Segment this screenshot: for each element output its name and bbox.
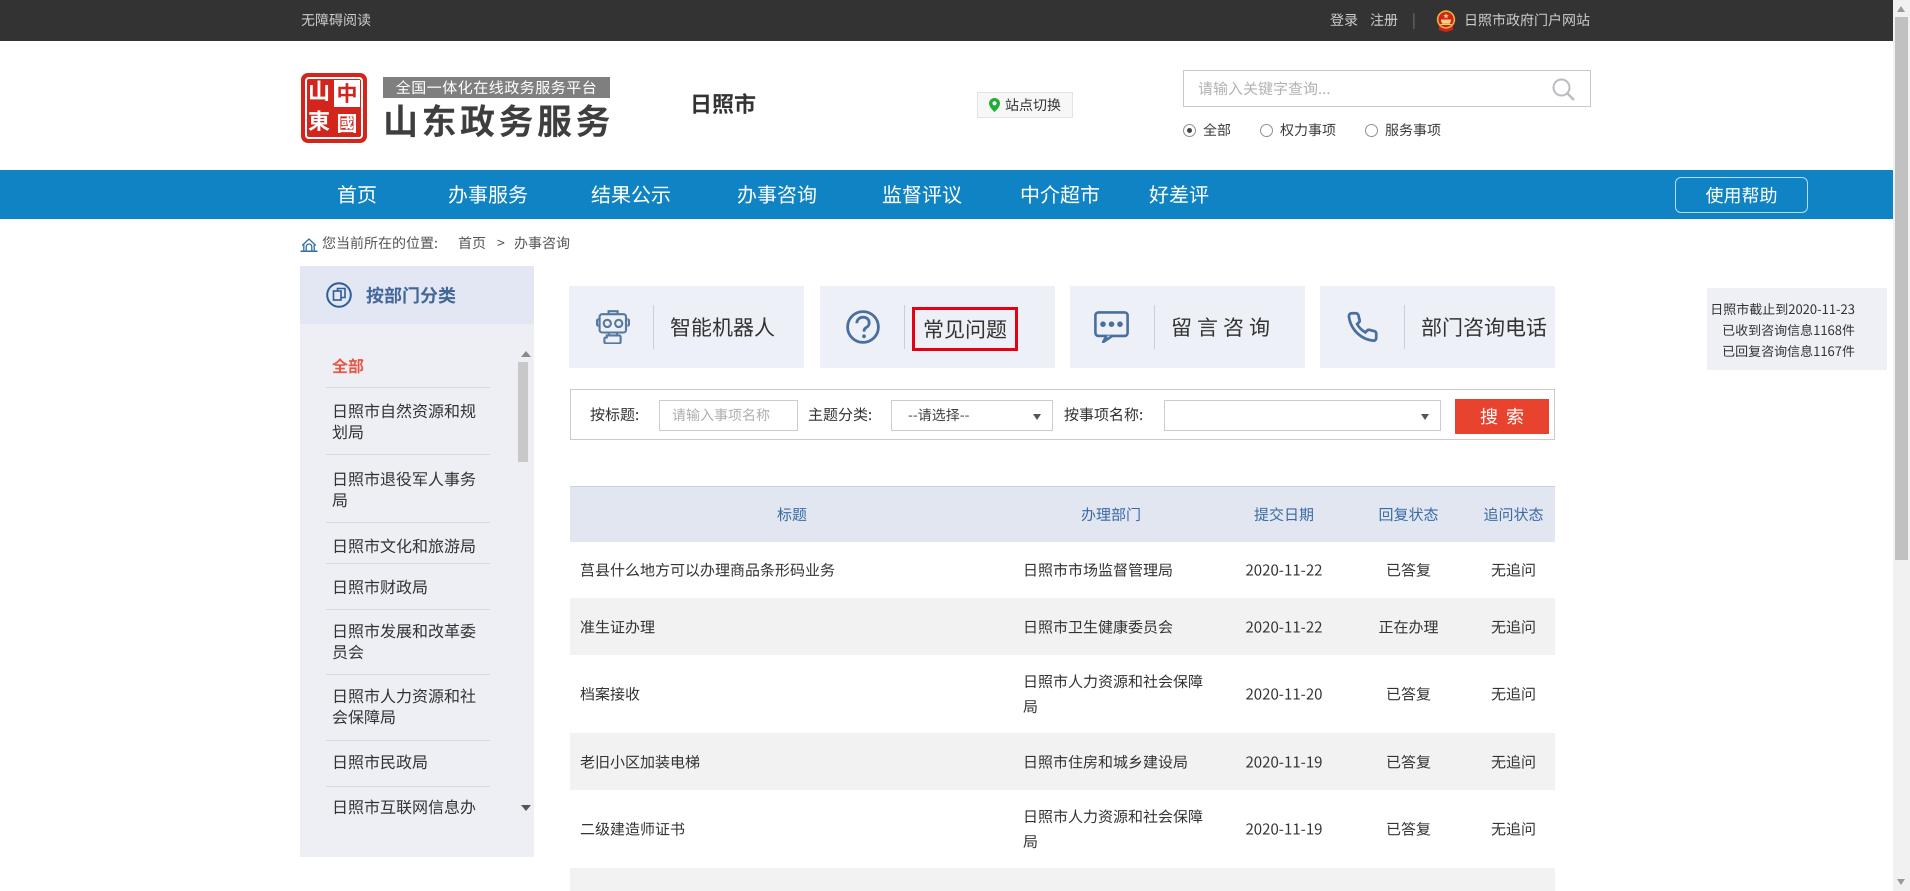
svg-text:國: 國: [337, 108, 358, 138]
svg-text:山: 山: [308, 74, 330, 106]
svg-text:中: 中: [337, 78, 358, 108]
svg-text:東: 東: [308, 104, 330, 136]
